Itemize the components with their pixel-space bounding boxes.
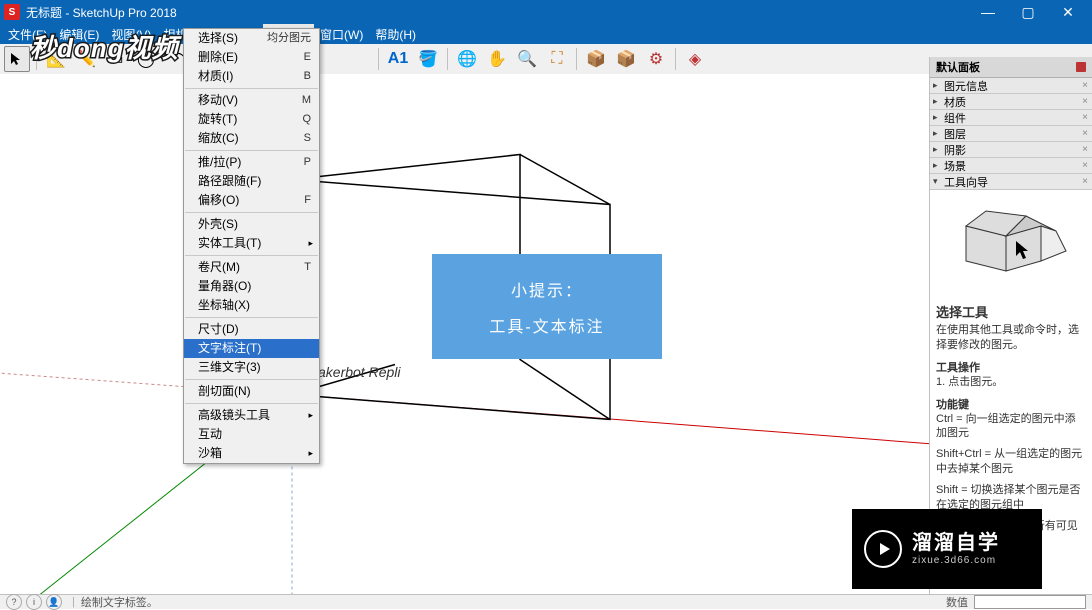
- menu-item-protractor[interactable]: 量角器(O): [184, 277, 319, 296]
- close-icon[interactable]: ×: [1082, 96, 1088, 107]
- menu-item-dimensions[interactable]: 尺寸(D): [184, 320, 319, 339]
- panel-row-components[interactable]: 组件×: [930, 110, 1092, 126]
- panel-row-scenes[interactable]: 场景×: [930, 158, 1092, 174]
- minimize-button[interactable]: —: [968, 0, 1008, 24]
- close-icon[interactable]: ×: [1082, 144, 1088, 155]
- zoom-tool-icon[interactable]: 🔍: [514, 46, 540, 72]
- status-icon[interactable]: i: [26, 594, 42, 610]
- tool-icon[interactable]: ✏️: [73, 46, 99, 72]
- menu-file[interactable]: 文件(F): [2, 24, 53, 45]
- extension-icon[interactable]: ⚙: [643, 46, 669, 72]
- zixue-title: 溜溜自学: [912, 531, 1000, 555]
- instructor-keys-title: 功能键: [936, 396, 1086, 412]
- instructor-desc: 在使用其他工具或命令时，选择要修改的图元。: [936, 323, 1086, 353]
- menu-item-axes[interactable]: 坐标轴(X): [184, 296, 319, 315]
- zixue-watermark: 溜溜自学 zixue.3d66.com: [852, 509, 1042, 589]
- toolbar-sep: [576, 48, 577, 70]
- menu-item-text[interactable]: 文字标注(T): [184, 339, 319, 358]
- select-tool-icon[interactable]: [4, 46, 30, 72]
- hint-line2: 工具-文本标注: [450, 313, 644, 337]
- instructor-ops-1: 1. 点击图元。: [936, 375, 1086, 390]
- menu-item-outershell[interactable]: 外壳(S): [184, 215, 319, 234]
- close-icon[interactable]: ×: [1082, 112, 1088, 123]
- zoom-extents-icon[interactable]: ⛶: [544, 46, 570, 72]
- tool-icon[interactable]: 📐: [43, 46, 69, 72]
- panel-header[interactable]: 默认面板: [930, 57, 1092, 78]
- panel-header-label: 默认面板: [936, 59, 980, 75]
- menu-help[interactable]: 帮助(H): [369, 24, 422, 45]
- zixue-url: zixue.3d66.com: [912, 555, 1000, 567]
- menu-item-followme[interactable]: 路径跟随(F): [184, 172, 319, 191]
- instructor-illustration: [936, 196, 1086, 296]
- warehouse-icon[interactable]: 📦: [613, 46, 639, 72]
- panel-row-entityinfo[interactable]: 图元信息×: [930, 78, 1092, 94]
- tools-menu-dropdown: 选择(S)均分图元 删除(E)E 材质(I)B 移动(V)M 旋转(T)Q 缩放…: [183, 28, 320, 464]
- instructor-title: 选择工具: [936, 302, 1086, 321]
- menu-item-interact[interactable]: 互动: [184, 425, 319, 444]
- titlebar: S 无标题 - SketchUp Pro 2018 — ▢ ✕: [0, 0, 1092, 24]
- close-icon[interactable]: ×: [1082, 176, 1088, 187]
- menu-item-select[interactable]: 选择(S)均分图元: [184, 29, 319, 48]
- close-icon[interactable]: ×: [1082, 80, 1088, 91]
- menu-item-material[interactable]: 材质(I)B: [184, 67, 319, 86]
- close-icon[interactable]: ×: [1082, 128, 1088, 139]
- menu-item-pushpull[interactable]: 推/拉(P)P: [184, 153, 319, 172]
- layout-icon[interactable]: ◈: [682, 46, 708, 72]
- menu-item-rotate[interactable]: 旋转(T)Q: [184, 110, 319, 129]
- menu-item-sandbox[interactable]: 沙箱▸: [184, 444, 319, 463]
- menu-item-tapemeasure[interactable]: 卷尺(M)T: [184, 258, 319, 277]
- panel-row-layers[interactable]: 图层×: [930, 126, 1092, 142]
- status-icon[interactable]: 👤: [46, 594, 62, 610]
- toolbar-sep: [36, 48, 37, 70]
- panel-row-materials[interactable]: 材质×: [930, 94, 1092, 110]
- statusbar: ? i 👤 | 绘制文字标签。 数值: [0, 594, 1092, 609]
- model-callout-text: akerbot Repli: [318, 364, 401, 380]
- app-icon: S: [4, 4, 20, 20]
- tool-icon[interactable]: ◯: [133, 46, 159, 72]
- menubar: 文件(F) 编辑(E) 视图(V) 相机(C) 绘图(R) 工具(T) 窗口(W…: [0, 24, 1092, 44]
- pin-icon[interactable]: [1076, 62, 1086, 72]
- tool-icon[interactable]: ▭: [103, 46, 129, 72]
- instructor-keys-1: Ctrl = 向一组选定的图元中添加图元: [936, 412, 1086, 442]
- maximize-button[interactable]: ▢: [1008, 0, 1048, 24]
- menu-window[interactable]: 窗口(W): [314, 24, 369, 45]
- menu-item-3dtext[interactable]: 三维文字(3): [184, 358, 319, 377]
- status-text: 绘制文字标签。: [81, 594, 158, 610]
- paint-tool-icon[interactable]: 🪣: [415, 46, 441, 72]
- measure-input[interactable]: [974, 595, 1086, 609]
- window-title: 无标题 - SketchUp Pro 2018: [26, 4, 177, 21]
- menu-item-erase[interactable]: 删除(E)E: [184, 48, 319, 67]
- menu-edit[interactable]: 编辑(E): [53, 24, 105, 45]
- orbit-tool-icon[interactable]: 🌐: [454, 46, 480, 72]
- toolbar-sep: [675, 48, 676, 70]
- panel-row-instructor[interactable]: 工具向导×: [930, 174, 1092, 190]
- pan-tool-icon[interactable]: ✋: [484, 46, 510, 72]
- panel-row-shadows[interactable]: 阴影×: [930, 142, 1092, 158]
- instructor-keys-2: Shift+Ctrl = 从一组选定的图元中去掉某个图元: [936, 447, 1086, 477]
- menu-item-section[interactable]: 剖切面(N): [184, 382, 319, 401]
- warehouse-icon[interactable]: 📦: [583, 46, 609, 72]
- menu-item-offset[interactable]: 偏移(O)F: [184, 191, 319, 210]
- status-icon[interactable]: ?: [6, 594, 22, 610]
- menu-item-solidtools[interactable]: 实体工具(T)▸: [184, 234, 319, 253]
- hint-line1: 小提示：: [450, 277, 644, 301]
- text-tool-icon[interactable]: A1: [385, 46, 411, 72]
- instructor-ops-title: 工具操作: [936, 359, 1086, 375]
- toolbar-sep: [447, 48, 448, 70]
- toolbar-sep: [378, 48, 379, 70]
- menu-item-scale[interactable]: 缩放(C)S: [184, 129, 319, 148]
- measure-label: 数值: [946, 594, 968, 610]
- menu-item-advcamera[interactable]: 高级镜头工具▸: [184, 406, 319, 425]
- menu-item-move[interactable]: 移动(V)M: [184, 91, 319, 110]
- close-icon[interactable]: ×: [1082, 160, 1088, 171]
- play-icon: [864, 530, 902, 568]
- hint-overlay: 小提示： 工具-文本标注: [432, 254, 662, 359]
- menu-view[interactable]: 视图(V): [105, 24, 157, 45]
- close-button[interactable]: ✕: [1048, 0, 1088, 24]
